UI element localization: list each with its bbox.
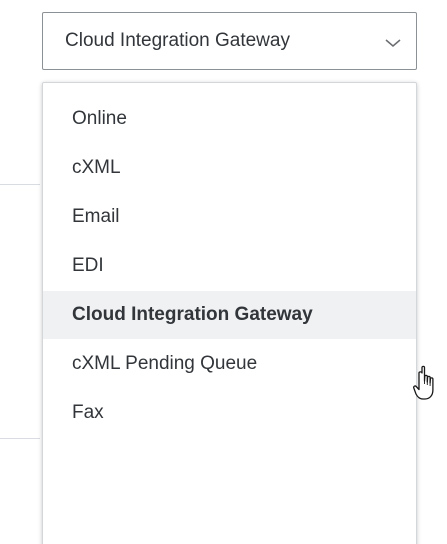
chevron-down-icon bbox=[385, 39, 401, 47]
menu-item-cxml-pending-queue[interactable]: cXML Pending Queue bbox=[43, 340, 416, 388]
hand-pointer-cursor-icon bbox=[413, 365, 434, 400]
background-divider bbox=[0, 438, 40, 439]
page: Cloud Integration Gateway Online cXML Em… bbox=[0, 0, 447, 544]
dropdown-menu: Online cXML Email EDI Cloud Integration … bbox=[42, 82, 417, 544]
menu-item-edi[interactable]: EDI bbox=[43, 242, 416, 290]
background-divider bbox=[0, 184, 40, 185]
menu-item-email[interactable]: Email bbox=[43, 193, 416, 241]
menu-list: Online cXML Email EDI Cloud Integration … bbox=[43, 83, 416, 437]
menu-item-fax[interactable]: Fax bbox=[43, 389, 416, 437]
menu-item-cxml[interactable]: cXML bbox=[43, 144, 416, 192]
delivery-method-select[interactable]: Cloud Integration Gateway bbox=[42, 12, 417, 70]
menu-item-online[interactable]: Online bbox=[43, 95, 416, 143]
select-value: Cloud Integration Gateway bbox=[65, 30, 290, 51]
menu-item-cloud-integration-gateway[interactable]: Cloud Integration Gateway bbox=[43, 291, 416, 339]
